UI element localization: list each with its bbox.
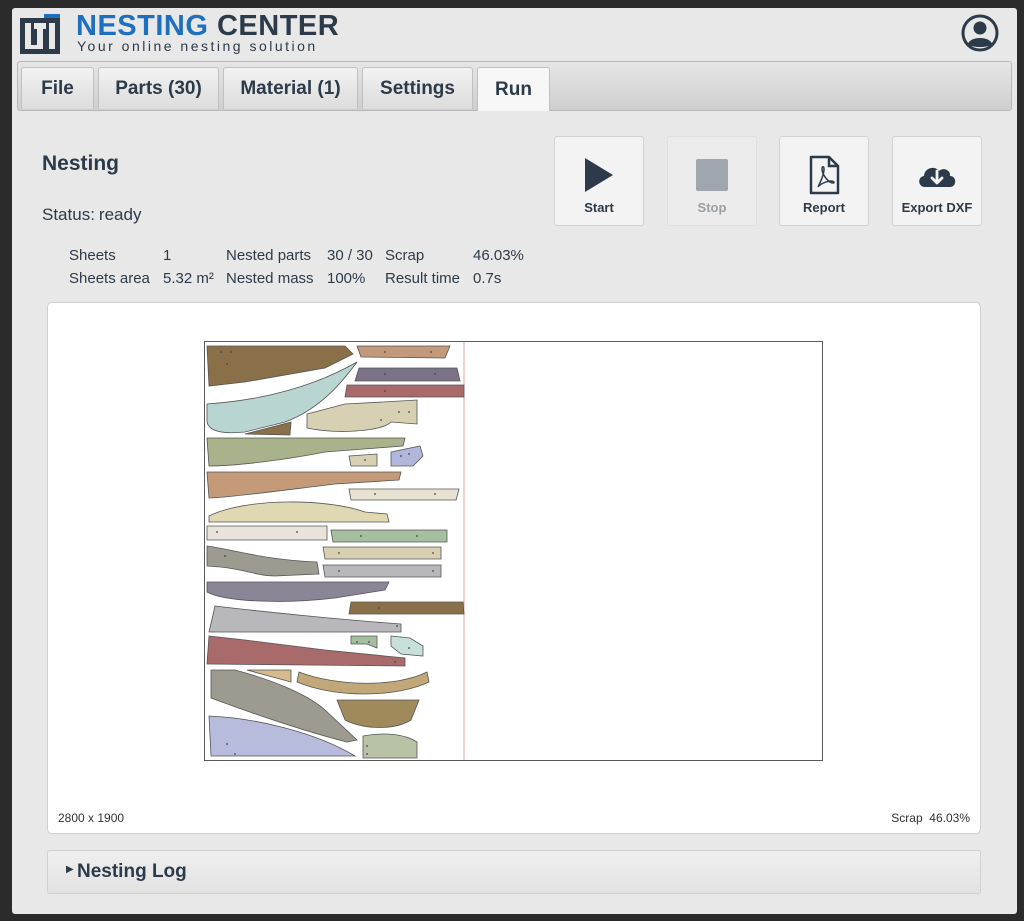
status-label: Status: — [42, 205, 95, 224]
sheet-dimensions: 2800 x 1900 — [58, 811, 125, 825]
export-dxf-button[interactable]: Export DXF — [892, 136, 982, 226]
scrap-label: Scrap — [385, 247, 425, 264]
nested-mass-label: Nested mass — [226, 270, 314, 287]
brand-tagline: Your online nesting solution — [77, 38, 318, 54]
main-tabs: File Parts (30) Material (1) Settings Ru… — [17, 61, 1012, 111]
nested-mass-value: 100% — [327, 270, 366, 287]
start-button[interactable]: Start — [554, 136, 644, 226]
canvas-scrap-value: 46.03% — [929, 811, 970, 825]
play-icon — [585, 158, 613, 192]
scrap-value: 46.03% — [473, 247, 524, 264]
sheets-label: Sheets — [69, 247, 116, 264]
report-label: Report — [803, 200, 845, 215]
nesting-log-panel[interactable]: ▶ Nesting Log — [47, 850, 981, 894]
status-text: Status: ready — [42, 205, 141, 225]
canvas-scrap: Scrap 46.03% — [891, 811, 970, 825]
nested-parts-label: Nested parts — [226, 247, 312, 264]
tab-parts[interactable]: Parts (30) — [98, 67, 219, 109]
nested-parts-value: 30 / 30 — [327, 247, 373, 264]
nested-parts-drawing — [206, 342, 465, 760]
export-dxf-label: Export DXF — [901, 200, 973, 215]
expand-arrow-icon: ▶ — [66, 864, 74, 875]
sheets-area-label: Sheets area — [69, 270, 150, 287]
pdf-document-icon — [809, 155, 840, 195]
app-window: NESTING CENTER Your online nesting solut… — [12, 8, 1017, 914]
header: NESTING CENTER Your online nesting solut… — [12, 8, 1017, 60]
canvas-scrap-label: Scrap — [891, 811, 923, 825]
sheets-value: 1 — [163, 247, 172, 264]
tab-file[interactable]: File — [21, 67, 94, 109]
sheets-area-value: 5.32 m² — [163, 270, 214, 287]
nesting-center-logo-icon — [20, 14, 60, 54]
stop-label: Stop — [697, 200, 727, 215]
start-label: Start — [584, 200, 614, 215]
stop-icon — [696, 159, 728, 191]
tab-settings[interactable]: Settings — [362, 67, 473, 109]
stop-button[interactable]: Stop — [667, 136, 757, 226]
result-time-value: 0.7s — [473, 270, 502, 287]
sheet-outline — [204, 341, 823, 761]
user-account-icon[interactable] — [960, 13, 1000, 53]
status-value: ready — [98, 205, 142, 224]
cloud-download-icon — [919, 167, 956, 187]
tab-material[interactable]: Material (1) — [223, 67, 358, 109]
tab-run[interactable]: Run — [477, 67, 550, 111]
nesting-preview[interactable]: 2800 x 1900 Scrap 46.03% — [47, 302, 981, 834]
nesting-log-title: Nesting Log — [77, 861, 187, 882]
report-button[interactable]: Report — [779, 136, 869, 226]
page-title: Nesting — [42, 152, 120, 175]
result-time-label: Result time — [385, 270, 461, 287]
